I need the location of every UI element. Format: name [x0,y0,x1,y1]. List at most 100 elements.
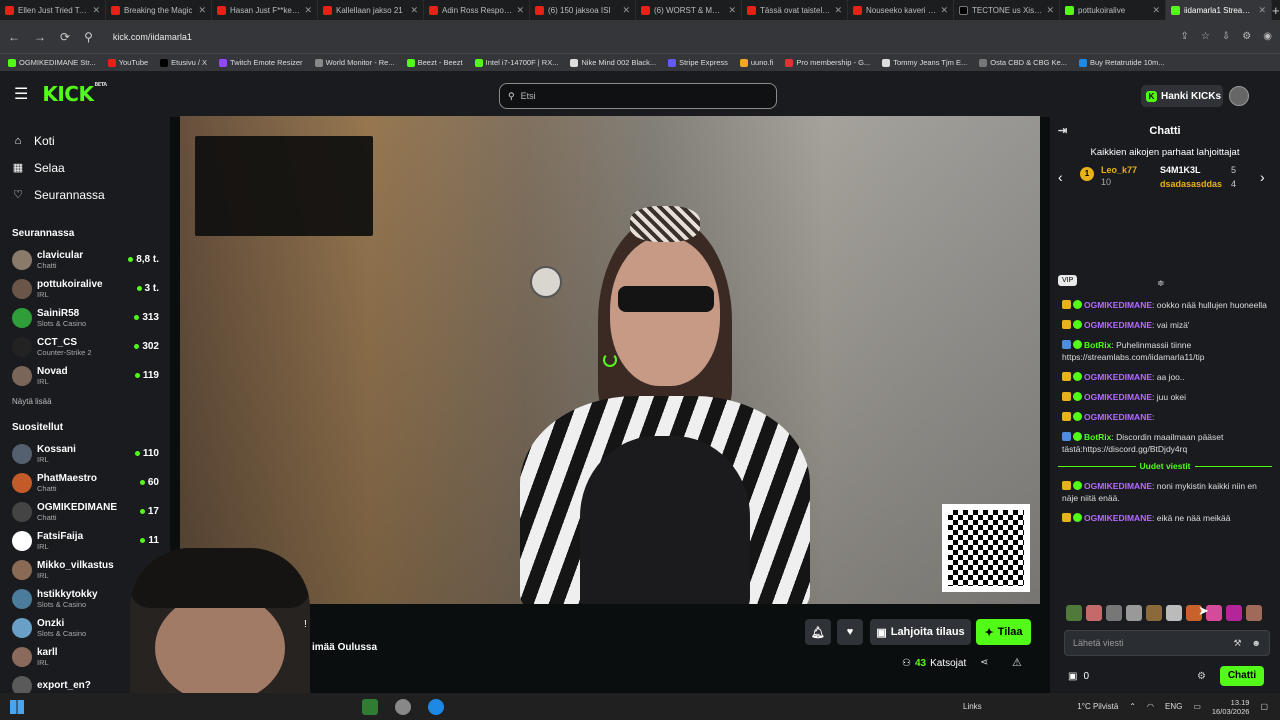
extensions-icon[interactable]: ⚙ [1242,31,1251,42]
browser-tab[interactable]: Adin Ross Respond ✕ [424,0,530,20]
bookmark-item[interactable]: Beezt - Beezt [406,58,463,67]
download-icon[interactable]: ⇩ [1222,31,1230,42]
pinned-toggle-icon[interactable]: ≑ [1157,278,1165,289]
bookmark-item[interactable]: YouTube [107,58,148,67]
kick-logo[interactable]: KICKBETA [42,82,107,106]
links-toolbar[interactable]: Links [963,702,982,711]
chat-username[interactable]: OGMIKEDIMANE [1084,372,1152,382]
bookmark-item[interactable]: Osta CBD & CBG Ke... [979,58,1067,67]
browser-tab[interactable]: Breaking the Magic ✕ [106,0,212,20]
emote-icon[interactable] [1226,605,1242,621]
clock[interactable]: 13.19 16/03/2026 [1212,698,1250,716]
edge-icon[interactable] [428,699,444,715]
gifter-name[interactable]: dsadasasddas [1160,179,1222,189]
chat-settings-icon[interactable]: ⚙ [1197,671,1206,682]
taskbar-app-icon[interactable] [362,699,378,715]
close-tab-icon[interactable]: ✕ [1258,5,1266,16]
emote-icon[interactable] [1106,605,1122,621]
close-tab-icon[interactable]: ✕ [92,5,100,16]
report-icon[interactable]: ⚠ [1012,656,1022,669]
chat-input-box[interactable]: ⚒ ☻ [1064,630,1270,656]
reload-icon[interactable]: ⟳ [60,30,70,44]
bookmark-item[interactable]: Etusivu / X [160,58,207,67]
browser-tab[interactable]: pottukoiralive ✕ [1060,0,1166,20]
browser-tab[interactable]: iidamarla1 Stream - Watc ✕ [1166,0,1272,20]
channel-item[interactable]: SainiR58 Slots & Casino 313 [0,303,170,332]
close-tab-icon[interactable]: ✕ [834,5,842,16]
browser-tab[interactable]: Kallellaan jakso 21 ✕ [318,0,424,20]
prev-arrow-icon[interactable]: ‹ [1058,169,1063,185]
browser-tab[interactable]: Nouseeko kaveri ilm ✕ [848,0,954,20]
close-tab-icon[interactable]: ✕ [728,5,736,16]
sidebar-nav-koti[interactable]: ⌂ Koti [12,127,170,154]
gifter-name[interactable]: S4M1K3L [1160,165,1201,175]
follow-heart-button[interactable]: ♥ [837,619,863,645]
channel-item[interactable]: clavicular Chatti 8,8 t. [0,245,170,274]
bookmark-item[interactable]: Tommy Jeans Tjm E... [882,58,967,67]
emote-menu-icon[interactable]: ⚒ [1233,638,1241,649]
network-icon[interactable]: ▭ [1193,702,1201,711]
browser-tab[interactable]: Hasan Just F**ked U ✕ [212,0,318,20]
subscribe-button[interactable]: ✦ Tilaa [976,619,1031,645]
url-field[interactable]: kick.com/iidamarla1 [113,32,192,42]
chat-username[interactable]: OGMIKEDIMANE [1084,481,1152,491]
browser-tab[interactable]: (6) 150 jaksoa ISI ✕ [530,0,636,20]
bookmark-item[interactable]: Nike Mind 002 Black... [570,58,656,67]
bookmark-item[interactable]: World Monitor - Re... [314,58,395,67]
emote-icon[interactable] [1166,605,1182,621]
bookmark-item[interactable]: Intel i7-14700F | RX... [474,58,558,67]
weather-widget[interactable]: 1°C Pilvistä [1077,702,1118,711]
browser-tab[interactable]: TECTONE us Xissa ✕ [954,0,1060,20]
close-tab-icon[interactable]: ✕ [516,5,524,16]
taskbar-app-icon[interactable] [395,699,411,715]
collapse-chat-icon[interactable]: ⇥ [1058,124,1067,137]
user-avatar[interactable] [1229,86,1249,106]
emote-icon[interactable] [1126,605,1142,621]
search-input[interactable] [520,91,751,101]
close-tab-icon[interactable]: ✕ [410,5,418,16]
share-icon[interactable]: ⇪ [1181,31,1189,42]
notifications-icon[interactable]: ▢ [1260,702,1268,711]
sidebar-nav-seurannassa[interactable]: ♡ Seurannassa [12,181,170,208]
send-chat-button[interactable]: Chatti [1220,666,1264,686]
bookmark-item[interactable]: Buy Retatrutide 10m... [1078,58,1165,67]
windows-start-icon[interactable] [10,699,24,714]
close-tab-icon[interactable]: ✕ [304,5,312,16]
video-player[interactable] [180,116,1040,604]
profile-icon[interactable]: ◉ [1263,31,1272,42]
tray-chevron-icon[interactable]: ⌃ [1129,702,1136,711]
browser-tab[interactable]: Ellen Just Tried To C ✕ [0,0,106,20]
emote-icon[interactable] [1086,605,1102,621]
browser-tab[interactable]: Tässä ovat taistelua ✕ [742,0,848,20]
notification-bell-button[interactable]: 🔔︎ [805,619,831,645]
chat-message-input[interactable] [1073,638,1213,648]
close-tab-icon[interactable]: ✕ [1046,5,1054,16]
back-icon[interactable]: ← [8,30,20,44]
close-tab-icon[interactable]: ✕ [198,5,206,16]
close-tab-icon[interactable]: ✕ [1152,5,1160,16]
emoji-icon[interactable]: ☻ [1252,638,1261,649]
language-indicator[interactable]: ENG [1165,702,1182,711]
bookmark-item[interactable]: Pro membership - G... [785,58,870,67]
emote-icon[interactable] [1066,605,1082,621]
search-box[interactable]: ⚲ [499,83,777,109]
site-info-icon[interactable]: ⚲ [84,30,93,44]
show-more-link[interactable]: Näytä lisää [0,390,170,406]
gift-sub-button[interactable]: ▣ Lahjoita tilaus [870,619,971,645]
wifi-icon[interactable]: ◠ [1147,702,1154,711]
bookmark-item[interactable]: Twitch Emote Resizer [219,58,303,67]
bookmark-item[interactable]: OGMIKEDIMANE Str... [8,58,96,67]
chat-username[interactable]: OGMIKEDIMANE [1084,320,1152,330]
channel-item[interactable]: FatsiFaija IRL 11 [0,526,170,555]
chat-username[interactable]: OGMIKEDIMANE [1084,392,1152,402]
menu-icon[interactable]: ☰ [14,84,28,104]
channel-item[interactable]: Novad IRL 119 [0,361,170,390]
channel-item[interactable]: CCT_CS Counter-Strike 2 302 [0,332,170,361]
share-icon[interactable]: ⋖ [980,657,988,668]
bookmark-item[interactable]: Stripe Express [668,58,728,67]
chat-username[interactable]: BotRix [1084,432,1111,442]
channel-item[interactable]: Kossani IRL 110 [0,439,170,468]
get-kicks-button[interactable]: K Hanki KICKs [1141,85,1223,107]
chat-username[interactable]: OGMIKEDIMANE [1084,300,1152,310]
bookmark-star-icon[interactable]: ☆ [1201,31,1210,42]
